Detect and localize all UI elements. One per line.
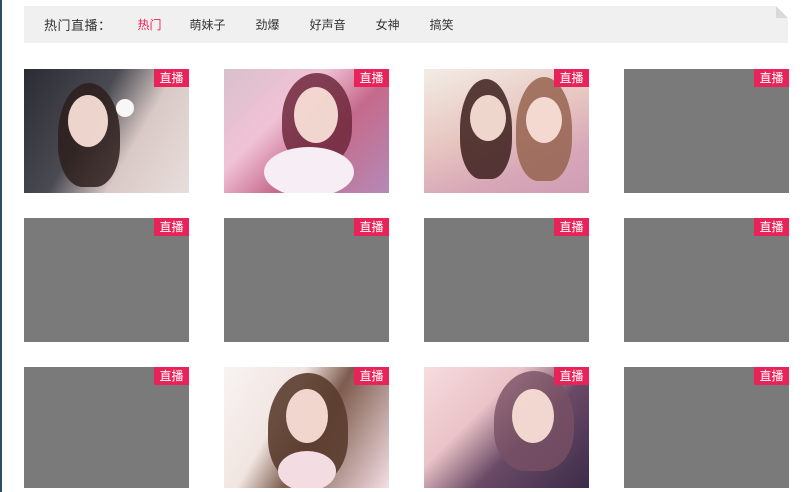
stream-thumbnail [224, 69, 389, 193]
live-badge: 直播 [354, 69, 389, 87]
live-badge: 直播 [554, 69, 589, 87]
stream-thumbnail [424, 367, 589, 488]
live-badge: 直播 [554, 218, 589, 236]
live-badge: 直播 [554, 367, 589, 385]
stream-card[interactable]: 直播 [224, 367, 389, 488]
stream-card[interactable]: 直播 [624, 69, 789, 193]
stream-card[interactable]: 直播 [424, 218, 589, 342]
stream-card[interactable]: 直播 [624, 218, 789, 342]
live-badge: 直播 [354, 218, 389, 236]
tab-hot-show[interactable]: 劲爆 [256, 16, 280, 33]
live-badge: 直播 [754, 367, 789, 385]
live-badge: 直播 [154, 218, 189, 236]
left-edge-line [0, 0, 2, 492]
live-badge: 直播 [754, 69, 789, 87]
stream-card[interactable]: 直播 [624, 367, 789, 488]
stream-card[interactable]: 直播 [24, 367, 189, 488]
tab-cute-girls[interactable]: 萌妹子 [190, 16, 226, 33]
live-stream-grid: 直播 直播 直播 直播 直播 直播 直播 直播 直播 直播 直播 直播 [24, 69, 789, 488]
stream-card[interactable]: 直播 [424, 367, 589, 488]
stream-card[interactable]: 直播 [24, 218, 189, 342]
stream-card[interactable]: 直播 [224, 69, 389, 193]
stream-card[interactable]: 直播 [424, 69, 589, 193]
tab-bar-heading: 热门直播： [44, 19, 112, 34]
stream-card[interactable]: 直播 [24, 69, 189, 193]
live-badge: 直播 [154, 367, 189, 385]
stream-thumbnail [24, 69, 189, 193]
live-badge: 直播 [754, 218, 789, 236]
stream-thumbnail [424, 69, 589, 193]
stream-thumbnail [224, 367, 389, 488]
live-badge: 直播 [154, 69, 189, 87]
category-tab-bar: 热门直播： 热门 萌妹子 劲爆 好声音 女神 搞笑 [24, 6, 788, 43]
tab-good-voice[interactable]: 好声音 [310, 16, 346, 33]
tab-funny[interactable]: 搞笑 [430, 16, 454, 33]
tab-goddess[interactable]: 女神 [376, 16, 400, 33]
stream-card[interactable]: 直播 [224, 218, 389, 342]
tab-hot[interactable]: 热门 [138, 16, 162, 33]
live-badge: 直播 [354, 367, 389, 385]
